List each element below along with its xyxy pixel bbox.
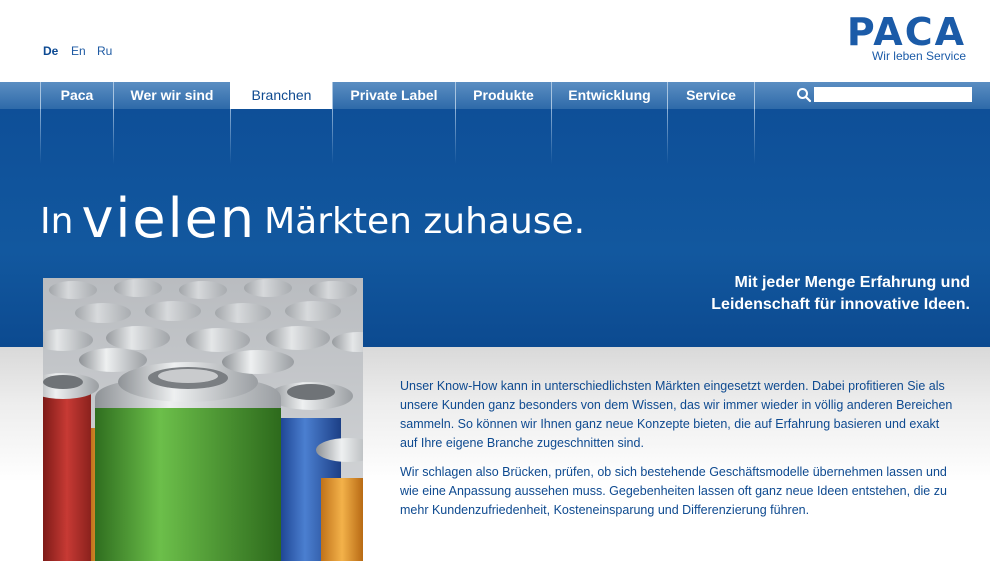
hero-headline: In vielen Märkten zuhause.	[40, 187, 585, 250]
nav-divider-line	[230, 109, 231, 164]
language-ru-link[interactable]: Ru	[97, 44, 112, 58]
nav-divider-line	[40, 109, 41, 164]
search-box	[754, 82, 990, 109]
nav-item-service[interactable]: Service	[667, 82, 754, 109]
language-en-link[interactable]: En	[71, 44, 86, 58]
spray-cans-image	[43, 278, 363, 561]
headline-prefix: In	[40, 201, 74, 242]
nav-divider-line	[455, 109, 456, 164]
nav-divider-line	[551, 109, 552, 164]
nav-item-branchen[interactable]: Branchen	[230, 82, 332, 109]
nav-item-produkte[interactable]: Produkte	[455, 82, 551, 109]
hero-tagline: Mit jeder Menge Erfahrung und Leidenscha…	[711, 272, 970, 316]
logo-tagline: Wir leben Service	[871, 49, 966, 63]
headline-emphasis: vielen	[81, 187, 257, 250]
intro-paragraph: Unser Know-How kann in unterschiedlichst…	[400, 379, 953, 450]
nav-divider-line	[667, 109, 668, 164]
nav-item-private-label[interactable]: Private Label	[332, 82, 455, 109]
nav-item-wer-wir-sind[interactable]: Wer wir sind	[113, 82, 230, 109]
nav-item-paca[interactable]: Paca	[40, 82, 113, 109]
search-input[interactable]	[814, 87, 972, 102]
search-icon[interactable]	[795, 86, 813, 104]
paca-logo[interactable]: PACA	[847, 10, 966, 54]
nav-divider-line	[754, 109, 755, 164]
header: De En Ru PACA Wir leben Service	[0, 0, 990, 82]
headline-suffix: Märkten zuhause.	[264, 201, 586, 242]
nav-divider-line	[332, 109, 333, 164]
nav-item-entwicklung[interactable]: Entwicklung	[551, 82, 667, 109]
detail-paragraph: Wir schlagen also Brücken, prüfen, ob si…	[400, 465, 947, 517]
tagline-line-2: Leidenschaft für innovative Ideen.	[711, 296, 970, 313]
language-de-link[interactable]: De	[43, 44, 58, 58]
nav-divider-line	[113, 109, 114, 164]
tagline-line-1: Mit jeder Menge Erfahrung und	[734, 274, 970, 291]
